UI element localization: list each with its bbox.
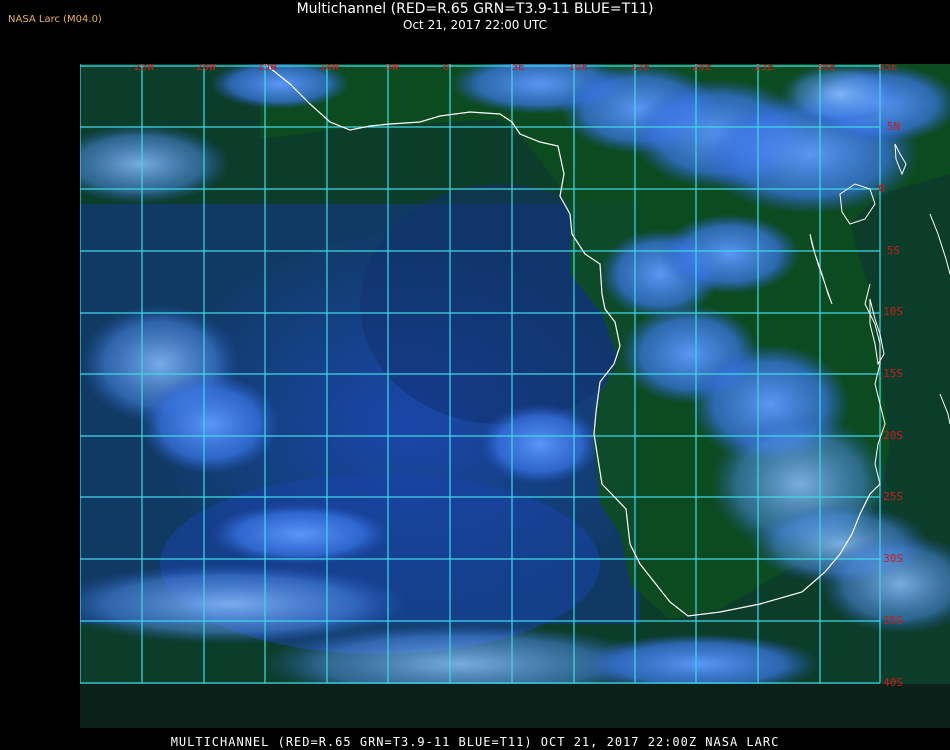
- lat-label: 15S: [883, 367, 903, 380]
- lon-label: 10W: [319, 64, 339, 73]
- lon-label: 5E: [511, 64, 524, 73]
- lat-label: 5N: [887, 120, 900, 133]
- lat-label: 25S: [883, 490, 903, 503]
- lon-label: 0: [443, 64, 450, 73]
- lat-label: 35S: [883, 614, 903, 627]
- lat-label: 5S: [887, 244, 900, 257]
- lon-label: 15W: [257, 64, 277, 73]
- lat-label: 10S: [883, 305, 903, 318]
- lat-label: 30S: [883, 552, 903, 565]
- image-title: Multichannel (RED=R.65 GRN=T3.9-11 BLUE=…: [296, 1, 654, 17]
- lon-label: 20E: [692, 64, 712, 73]
- lon-label: 5W: [385, 64, 399, 73]
- lon-label: 25E: [754, 64, 774, 73]
- lat-label: 0: [878, 182, 885, 195]
- footer-caption: MULTICHANNEL (RED=R.65 GRN=T3.9-11 BLUE=…: [170, 735, 780, 749]
- satellite-map: 25W 20W 15W 10W 5W 0 5E 10E 15E 20E 25E …: [80, 64, 950, 728]
- image-timestamp: Oct 21, 2017 22:00 UTC: [403, 18, 547, 32]
- lon-label: 30E: [816, 64, 836, 73]
- lon-label: 35E: [878, 64, 898, 73]
- lon-label: 20W: [196, 64, 216, 73]
- lon-label: 10E: [568, 64, 588, 73]
- lon-label: 15E: [630, 64, 650, 73]
- map-bottom-band: [80, 684, 950, 728]
- lat-label: 20S: [883, 429, 903, 442]
- lon-label: 25W: [134, 64, 154, 73]
- lat-label: 40S: [883, 676, 903, 689]
